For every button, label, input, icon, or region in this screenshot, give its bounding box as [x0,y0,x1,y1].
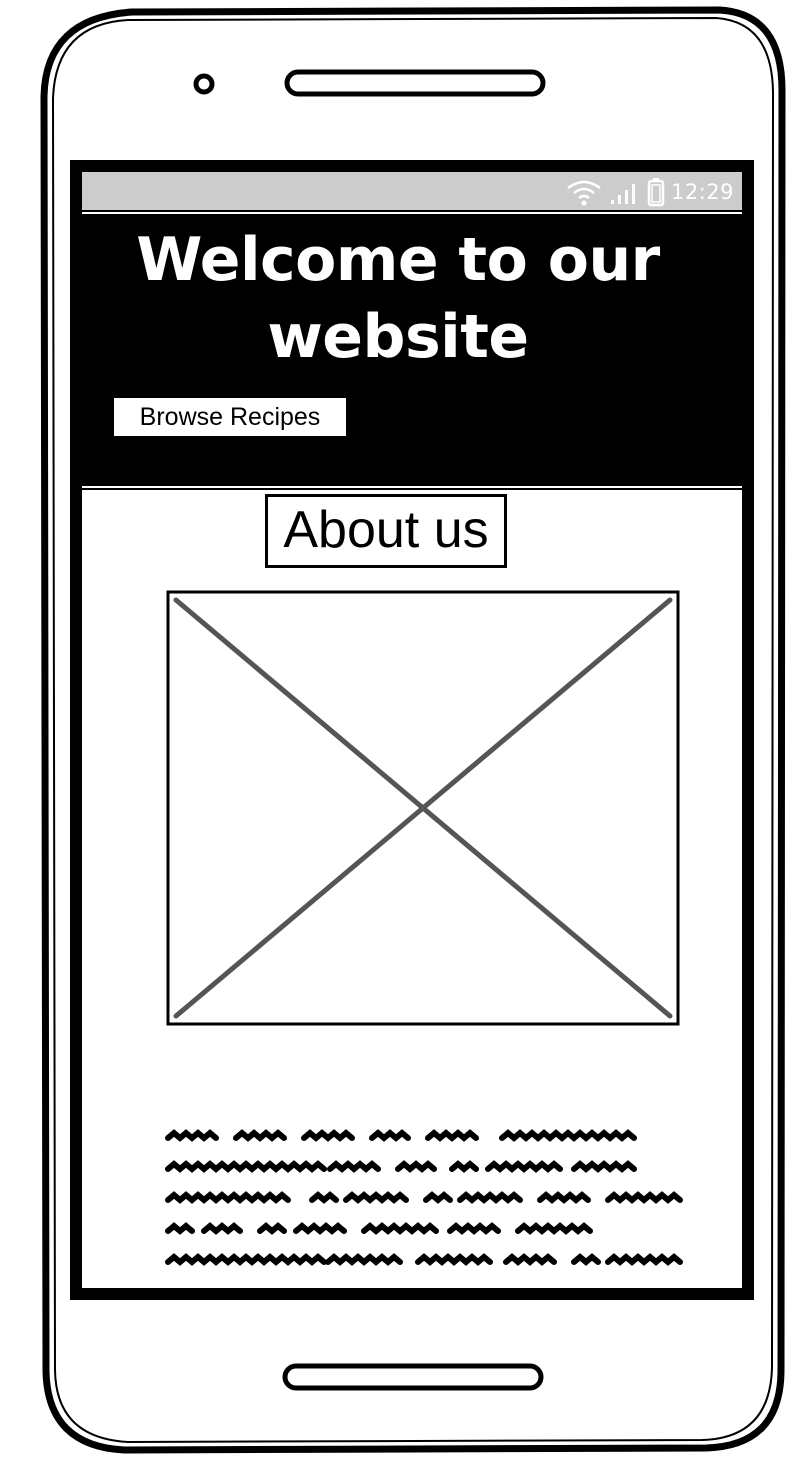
placeholder-text-scribble [165,1129,683,1266]
speaker-icon [284,69,546,97]
about-heading: About us [265,494,507,568]
phone-mockup: 12:29 Welcome to our website Browse Reci… [0,0,804,1462]
home-button[interactable] [282,1362,544,1392]
hero-banner: Welcome to our website Browse Recipes [82,210,742,490]
camera-icon [193,73,215,95]
signal-icon [610,184,635,204]
hero-title: Welcome to our website [136,225,660,372]
browse-recipes-button[interactable]: Browse Recipes [114,398,346,436]
status-time: 12:29 [670,180,734,204]
status-bar: 12:29 [82,172,742,210]
status-icons: 12:29 [565,178,734,207]
battery-icon [647,178,665,207]
image-placeholder-icon [166,590,680,1026]
phone-screen: 12:29 Welcome to our website Browse Reci… [70,160,754,1300]
wifi-icon [567,180,601,206]
